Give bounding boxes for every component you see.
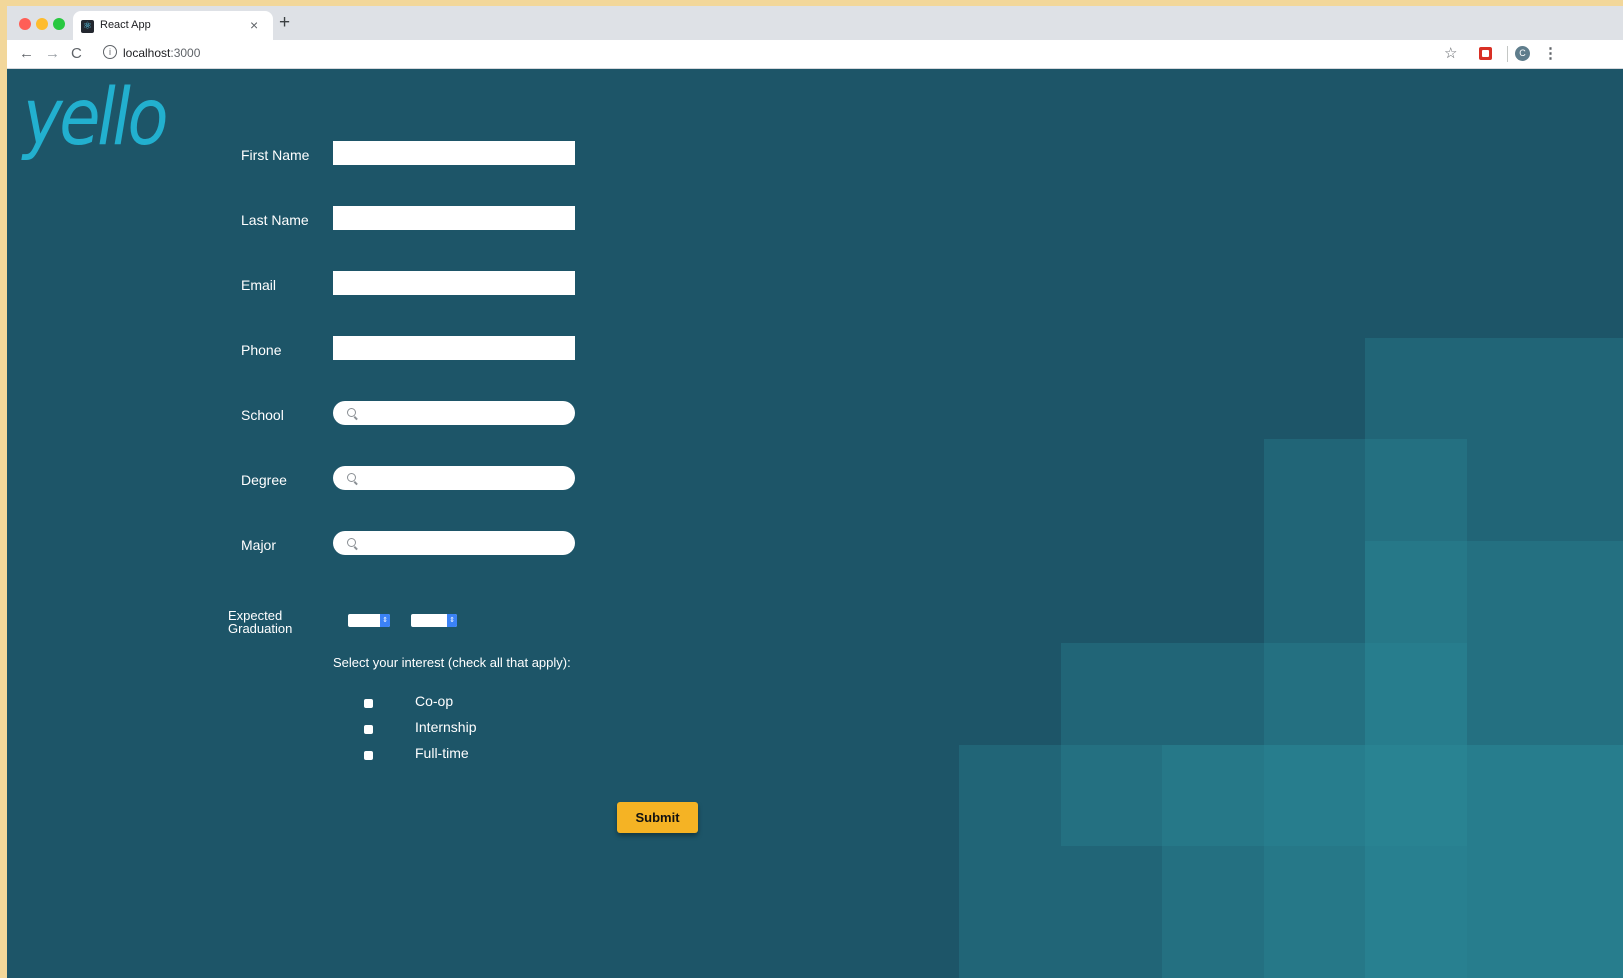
kebab-menu-icon[interactable]: ⋮ (1543, 44, 1558, 62)
school-label: School (241, 407, 284, 423)
decor-square (1162, 745, 1623, 978)
back-icon[interactable]: ← (19, 45, 34, 63)
maximize-window-button[interactable] (53, 18, 65, 30)
major-search-input[interactable] (333, 531, 575, 555)
submit-button[interactable]: Submit (617, 802, 698, 833)
url-port: :3000 (170, 46, 201, 60)
phone-field[interactable] (333, 336, 575, 360)
degree-search-input[interactable] (333, 466, 575, 490)
degree-label: Degree (241, 472, 287, 488)
extension-icon[interactable] (1479, 47, 1492, 60)
first-name-field[interactable] (333, 141, 575, 165)
url-host: localhost (123, 46, 171, 60)
internship-checkbox[interactable] (364, 725, 373, 734)
search-icon (347, 408, 356, 417)
tab-close-icon[interactable]: × (250, 17, 258, 33)
close-window-button[interactable] (19, 18, 31, 30)
graduation-month-select[interactable]: ⇕ (348, 614, 390, 627)
browser-window: ⚛ React App × + ← → C i localhost:3000 ☆… (7, 6, 1623, 978)
email-label: Email (241, 277, 277, 293)
profile-avatar[interactable]: C (1515, 46, 1530, 61)
co-op-checkbox[interactable] (364, 699, 373, 708)
reload-icon[interactable]: C (71, 45, 82, 63)
full-time-label: Full-time (415, 745, 469, 761)
school-search-input[interactable] (333, 401, 575, 425)
browser-toolbar: ← → C i localhost:3000 ☆ C ⋮ (7, 40, 1623, 69)
tab-title: React App (100, 19, 151, 31)
yello-logo: yello (23, 73, 169, 163)
select-chevron-icon: ⇕ (380, 614, 390, 627)
react-favicon-icon: ⚛ (81, 20, 94, 33)
expected-graduation-label: Expected Graduation (228, 609, 292, 635)
toolbar-divider (1507, 46, 1508, 62)
phone-label: Phone (241, 342, 282, 358)
tab-strip: ⚛ React App × + (7, 6, 1623, 41)
search-icon (347, 538, 356, 547)
graduation-year-select[interactable]: ⇕ (411, 614, 457, 627)
minimize-window-button[interactable] (36, 18, 48, 30)
last-name-label: Last Name (241, 212, 309, 228)
co-op-label: Co-op (415, 693, 454, 709)
page-content: yello First Name Last Name Email Phone S… (7, 69, 1623, 978)
grad-label-line2: Graduation (228, 621, 293, 636)
forward-icon[interactable]: → (45, 45, 60, 63)
first-name-label: First Name (241, 147, 310, 163)
internship-label: Internship (415, 719, 477, 735)
select-chevron-icon: ⇕ (447, 614, 457, 627)
major-label: Major (241, 537, 277, 553)
address-bar[interactable]: localhost:3000 (123, 46, 200, 60)
new-tab-button[interactable]: + (279, 12, 290, 34)
info-icon[interactable]: i (103, 45, 117, 59)
star-icon[interactable]: ☆ (1444, 44, 1457, 62)
email-field[interactable] (333, 271, 575, 295)
full-time-checkbox[interactable] (364, 751, 373, 760)
last-name-field[interactable] (333, 206, 575, 230)
search-icon (347, 473, 356, 482)
tab-react-app[interactable]: ⚛ React App × (73, 11, 273, 41)
interest-prompt: Select your interest (check all that app… (333, 655, 571, 670)
